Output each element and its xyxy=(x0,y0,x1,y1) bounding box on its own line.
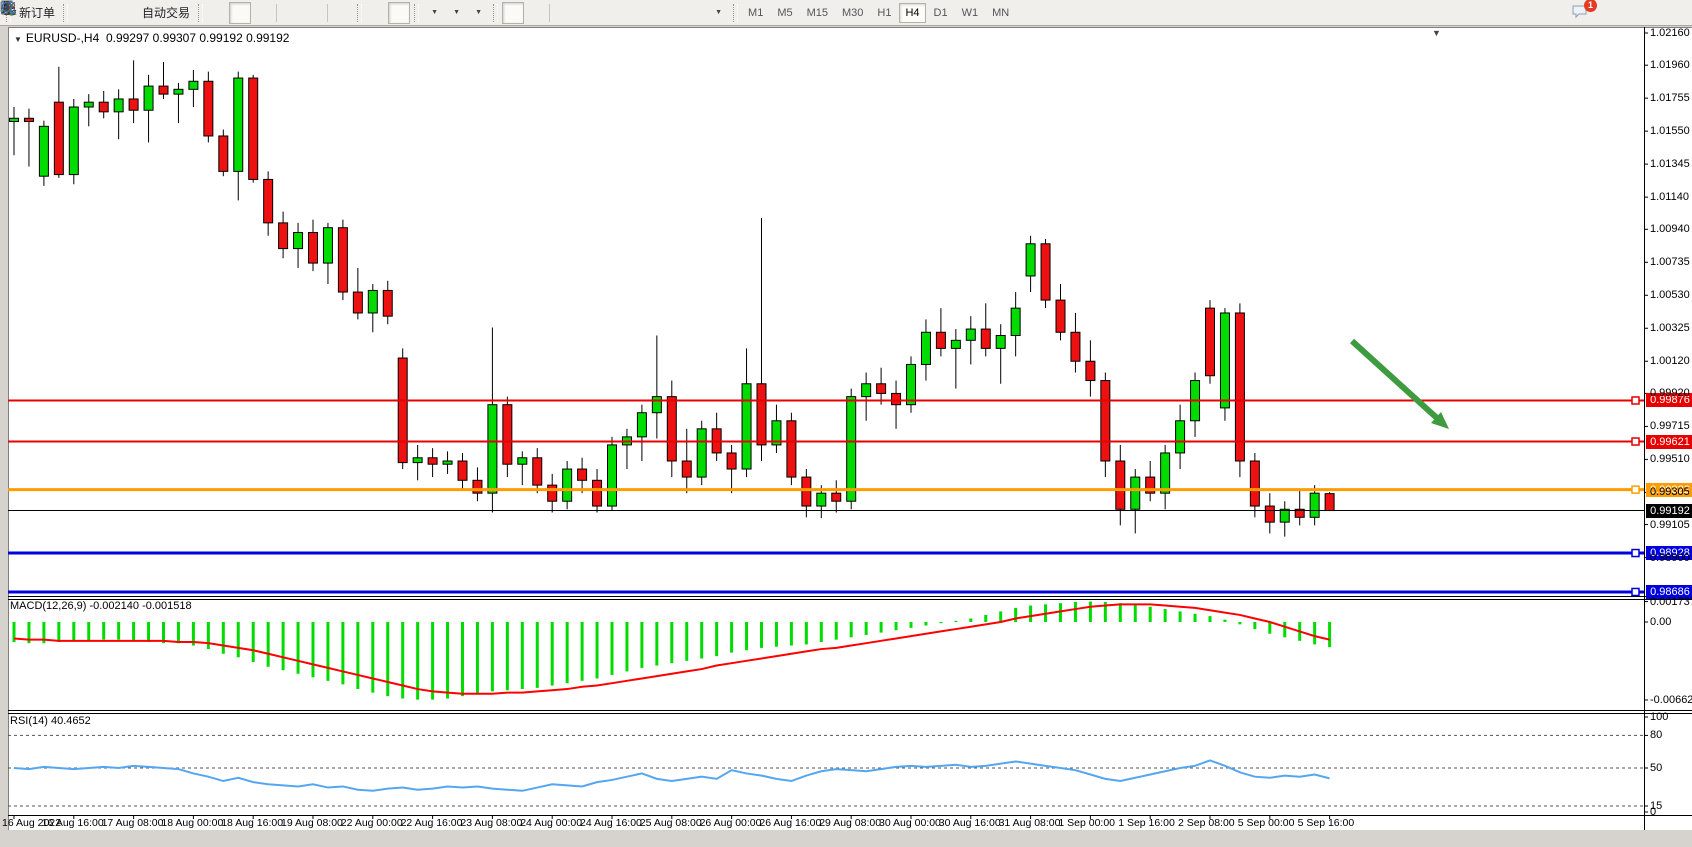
candle-bullish xyxy=(907,364,916,404)
candle-bullish xyxy=(174,89,183,94)
level-line-anchor[interactable] xyxy=(1632,486,1639,493)
candle-bullish xyxy=(234,78,243,171)
chart-canvas[interactable] xyxy=(0,0,1692,847)
candle-bearish xyxy=(682,461,691,477)
candle-bullish xyxy=(1131,477,1140,509)
candle-bearish xyxy=(24,118,33,121)
candle-bearish xyxy=(593,480,602,506)
candle-bullish xyxy=(69,107,78,175)
price-axis[interactable] xyxy=(1644,27,1692,815)
candle-bullish xyxy=(966,329,975,340)
candle-bullish xyxy=(1011,308,1020,335)
candle-bullish xyxy=(1220,313,1229,408)
candle-bearish xyxy=(1041,244,1050,300)
candle-bullish xyxy=(1310,493,1319,517)
candle-bullish xyxy=(951,340,960,348)
candle-bullish xyxy=(921,332,930,364)
candle-bullish xyxy=(608,445,617,506)
level-line-anchor[interactable] xyxy=(1632,397,1639,404)
candle-bearish xyxy=(204,81,213,136)
level-line-anchor[interactable] xyxy=(1632,438,1639,445)
candle-bearish xyxy=(264,179,273,222)
candle-bullish xyxy=(1026,244,1035,276)
candle-bearish xyxy=(727,453,736,469)
level-line-anchor[interactable] xyxy=(1632,588,1639,595)
candle-bullish xyxy=(144,86,153,110)
candle-bearish xyxy=(981,329,990,348)
candle-bearish xyxy=(1086,361,1095,380)
candle-bullish xyxy=(996,335,1005,348)
candle-bearish xyxy=(219,136,228,171)
candle-bearish xyxy=(54,102,63,174)
candle-bearish xyxy=(832,493,841,501)
candle-bearish xyxy=(578,469,587,480)
candle-bearish xyxy=(877,384,886,394)
candle-bullish xyxy=(294,233,303,249)
candle-bearish xyxy=(383,290,392,316)
candle-bearish xyxy=(338,228,347,292)
candle-bullish xyxy=(368,290,377,313)
candle-bearish xyxy=(533,458,542,485)
candle-bearish xyxy=(99,102,108,112)
candle-bearish xyxy=(129,99,138,110)
candle-bearish xyxy=(1056,300,1065,332)
level-line-anchor[interactable] xyxy=(1632,550,1639,557)
candle-bullish xyxy=(817,493,826,506)
candle-bearish xyxy=(249,78,258,179)
candle-bearish xyxy=(667,397,676,461)
candle-bearish xyxy=(503,405,512,465)
candle-bearish xyxy=(1071,332,1080,361)
candle-bullish xyxy=(652,397,661,413)
candle-bullish xyxy=(1280,509,1289,522)
candle-bullish xyxy=(1161,453,1170,493)
candle-bullish xyxy=(637,413,646,437)
candle-bearish xyxy=(802,477,811,506)
candle-bullish xyxy=(742,384,751,469)
candle-bullish xyxy=(1176,421,1185,453)
candle-bullish xyxy=(189,81,198,89)
mt4-window: 新订单 xyxy=(0,0,1692,847)
candle-bearish xyxy=(353,292,362,313)
candle-bullish xyxy=(847,397,856,502)
candle-bearish xyxy=(473,480,482,493)
candle-bullish xyxy=(697,429,706,477)
candle-bullish xyxy=(563,469,572,501)
candle-bearish xyxy=(1101,381,1110,461)
candle-bearish xyxy=(548,485,557,501)
candle-bearish xyxy=(1235,313,1244,461)
candle-bullish xyxy=(862,384,871,397)
candle-bearish xyxy=(309,233,318,264)
candle-bearish xyxy=(1206,308,1215,376)
candle-bearish xyxy=(428,458,437,464)
candle-bullish xyxy=(413,458,422,463)
candle-bullish xyxy=(323,228,332,263)
candle-bullish xyxy=(114,99,123,112)
candle-bullish xyxy=(488,405,497,493)
candle-bearish xyxy=(936,332,945,348)
candle-bullish xyxy=(518,458,527,464)
candle-bearish xyxy=(279,223,288,249)
candle-bullish xyxy=(84,102,93,107)
candle-bearish xyxy=(757,384,766,445)
candle-bullish xyxy=(39,126,48,176)
candle-bearish xyxy=(458,461,467,480)
candle-bearish xyxy=(787,421,796,477)
candle-bullish xyxy=(443,461,452,464)
candle-bearish xyxy=(1265,506,1274,522)
candle-bearish xyxy=(159,86,168,94)
candle-bearish xyxy=(398,358,407,463)
candle-bearish xyxy=(1250,461,1259,506)
candle-bullish xyxy=(10,118,19,121)
candle-bearish xyxy=(892,393,901,404)
candle-bearish xyxy=(1116,461,1125,509)
time-axis[interactable] xyxy=(8,815,1644,830)
candle-bearish xyxy=(1325,494,1334,511)
